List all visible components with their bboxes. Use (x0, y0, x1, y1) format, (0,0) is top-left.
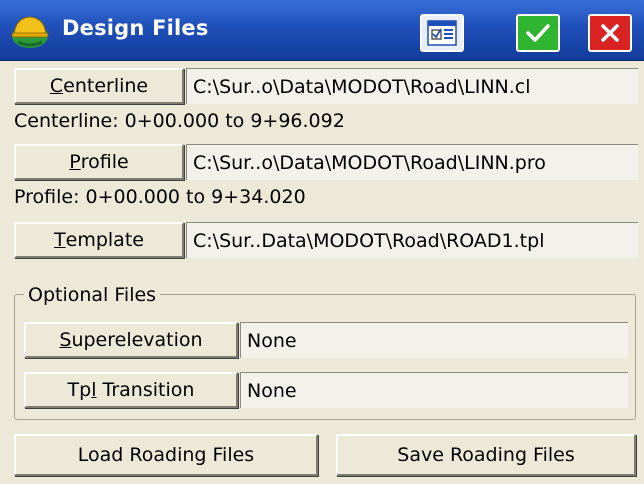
centerline-button-access-key: C (49, 75, 64, 97)
centerline-path-text: C:\Sur..o\Data\MODOT\Road\LINN.cl (193, 75, 531, 98)
profile-path-text: C:\Sur..o\Data\MODOT\Road\LINN.pro (193, 151, 546, 174)
template-path-text: C:\Sur..Data\MODOT\Road\ROAD1.tpl (193, 229, 545, 252)
superelevation-button[interactable]: Superelevation (24, 322, 238, 358)
template-button[interactable]: Template (14, 222, 184, 258)
template-path: C:\Sur..Data\MODOT\Road\ROAD1.tpl (186, 222, 638, 258)
centerline-button-label: enterline (63, 75, 149, 97)
superelevation-button-label: uperelevation (71, 329, 203, 351)
close-button[interactable] (588, 14, 632, 52)
tpl-transition-value: None (240, 372, 628, 408)
superelevation-button-access-key: S (59, 329, 72, 351)
window-title: Design Files (62, 16, 209, 40)
profile-button-label: rofile (80, 151, 129, 173)
tpl-transition-button-label: Transition (96, 379, 195, 401)
profile-path: C:\Sur..o\Data\MODOT\Road\LINN.pro (186, 144, 638, 180)
load-roading-files-label: Load Roading Files (77, 444, 255, 466)
centerline-range: Centerline: 0+00.000 to 9+96.092 (14, 110, 345, 132)
centerline-path: C:\Sur..o\Data\MODOT\Road\LINN.cl (186, 68, 638, 104)
centerline-button[interactable]: Centerline (14, 68, 184, 104)
superelevation-value: None (240, 322, 628, 358)
grid-dialog-icon (427, 20, 457, 46)
optional-files-label: Optional Files (24, 284, 161, 306)
tpl-transition-value-text: None (247, 379, 297, 402)
surveyor-hardhat-icon (11, 16, 49, 48)
profile-range: Profile: 0+00.000 to 9+34.020 (14, 186, 306, 208)
close-x-icon (601, 24, 619, 42)
template-button-access-key: T (54, 229, 66, 251)
load-roading-files-button[interactable]: Load Roading Files (14, 434, 318, 476)
superelevation-value-text: None (247, 329, 297, 352)
tpl-transition-button-label-pre: Tp (67, 379, 92, 401)
checkmark-icon (526, 24, 550, 42)
grid-dialog-button[interactable] (420, 14, 464, 52)
ok-button[interactable] (516, 14, 560, 52)
profile-button-access-key: P (69, 151, 81, 173)
save-roading-files-button[interactable]: Save Roading Files (336, 434, 636, 476)
tpl-transition-button[interactable]: Tp l Transition (24, 372, 238, 408)
save-roading-files-label: Save Roading Files (397, 444, 575, 466)
profile-button[interactable]: Profile (14, 144, 184, 180)
title-bar: Design Files (0, 0, 644, 61)
template-button-label: emplate (65, 229, 144, 251)
